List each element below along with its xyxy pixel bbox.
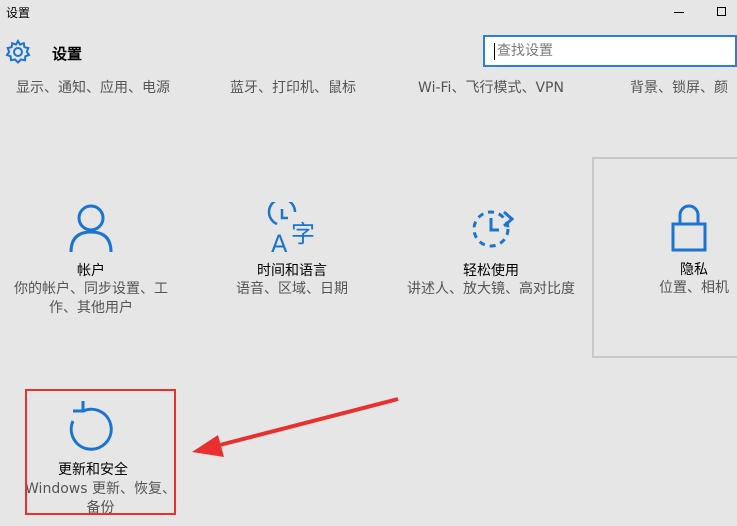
lock-icon: [671, 204, 707, 252]
gear-icon: [5, 38, 31, 64]
tile-accounts[interactable]: 帐户 你的帐户、同步设置、工作、其他用户: [6, 160, 176, 360]
devices-desc[interactable]: 蓝牙、打印机、鼠标: [208, 79, 378, 98]
tile-accounts-label: 帐户: [77, 263, 105, 279]
minimize-button[interactable]: [660, 1, 700, 23]
tile-time-language-label: 时间和语言: [257, 263, 327, 279]
personalization-desc[interactable]: 背景、锁屏、颜: [630, 79, 737, 98]
annotation-arrow-icon: [192, 397, 399, 457]
title-bar: 设置: [0, 0, 737, 26]
maximize-button[interactable]: [702, 1, 737, 23]
tile-ease-of-access[interactable]: 轻松使用 讲述人、放大镜、高对比度: [406, 160, 576, 360]
search-box[interactable]: [483, 35, 737, 67]
tile-ease-of-access-desc: 讲述人、放大镜、高对比度: [407, 281, 575, 297]
system-desc[interactable]: 显示、通知、应用、电源: [8, 79, 178, 98]
time-language-icon: A 字: [267, 202, 315, 254]
tile-ease-of-access-label: 轻松使用: [463, 263, 519, 279]
tile-privacy-desc: 位置、相机: [659, 280, 729, 296]
tile-privacy-label: 隐私: [680, 262, 708, 278]
tile-time-language[interactable]: A 字 时间和语言 语音、区域、日期: [207, 160, 377, 360]
ease-of-access-icon: [472, 210, 515, 248]
tile-privacy[interactable]: 隐私 位置、相机: [592, 157, 737, 358]
highlight-box: [25, 389, 176, 515]
search-input[interactable]: [485, 37, 737, 65]
svg-text:A: A: [271, 230, 288, 254]
person-icon: [69, 204, 113, 253]
network-desc[interactable]: Wi-Fi、飞行模式、VPN: [406, 79, 576, 98]
text-caret: [494, 43, 495, 60]
tile-time-language-desc: 语音、区域、日期: [236, 281, 348, 297]
window-title: 设置: [6, 6, 31, 20]
svg-text:字: 字: [291, 220, 315, 248]
tile-accounts-desc: 你的帐户、同步设置、工作、其他用户: [14, 281, 168, 316]
page-title: 设置: [52, 45, 83, 63]
